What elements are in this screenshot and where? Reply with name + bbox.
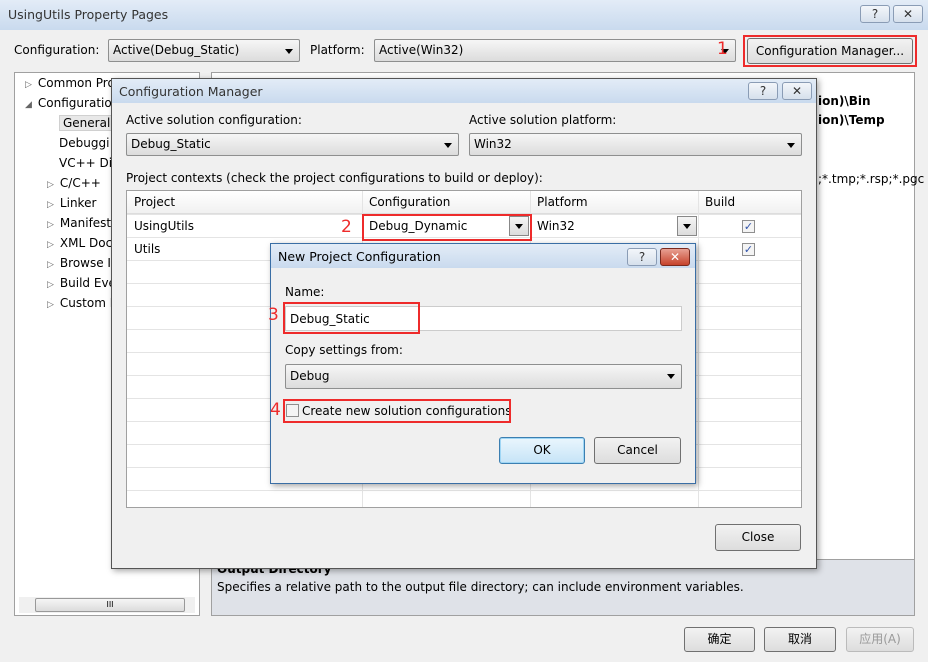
contexts-label: Project contexts (check the project conf… <box>126 171 543 185</box>
copy-settings-label: Copy settings from: <box>285 343 403 357</box>
npc-close-button[interactable]: ✕ <box>660 248 690 266</box>
tree-item-label: Debuggi <box>59 136 110 150</box>
col-platform: Platform <box>537 195 588 209</box>
annotation-box-3 <box>283 302 420 334</box>
npc-help-button[interactable]: ? <box>627 248 657 266</box>
cm-help-button[interactable]: ? <box>748 82 778 100</box>
active-platform-value: Win32 <box>474 137 512 151</box>
annotation-1: 1 <box>717 39 728 59</box>
tree-item[interactable]: ▷ Build Eve <box>47 276 116 290</box>
expand-icon[interactable]: ▷ <box>47 240 54 250</box>
close-button[interactable]: ✕ <box>893 5 923 23</box>
tree-item-label: Configuratio <box>37 96 112 110</box>
platform-label: Platform: <box>310 43 365 57</box>
active-config-label: Active solution configuration: <box>126 113 302 127</box>
row-platform-value: Win32 <box>537 219 575 233</box>
row-platform-select[interactable]: Win32 <box>532 215 698 237</box>
expand-icon[interactable]: ▷ <box>47 200 54 210</box>
configuration-value: Active(Debug_Static) <box>113 43 240 57</box>
tree-item[interactable]: ▷ Custom B <box>47 296 118 310</box>
expand-icon[interactable]: ▷ <box>47 300 54 310</box>
tree-item[interactable]: VC++ Di <box>59 156 112 170</box>
chevron-down-icon <box>787 143 795 148</box>
npc-cancel-button[interactable]: Cancel <box>594 437 681 464</box>
tree-item-label: Custom B <box>59 296 118 310</box>
grid-value-intermediate: ion)\Temp <box>818 113 885 127</box>
build-checkbox-usingutils[interactable]: ✓ <box>742 220 755 233</box>
tree-item[interactable]: ▷ XML Doc <box>47 236 112 250</box>
expand-icon[interactable]: ▷ <box>47 180 54 190</box>
row-project-usingutils: UsingUtils <box>134 219 194 233</box>
grid-value-extensions: ;*.tmp;*.rsp;*.pgc <box>818 172 925 186</box>
annotation-3: 3 <box>268 305 279 325</box>
annotation-4: 4 <box>270 400 281 420</box>
row-project-utils: Utils <box>134 242 161 256</box>
new-project-configuration-dialog: New Project Configuration ? ✕ Name: Copy… <box>270 243 696 484</box>
tree-item-label: Linker <box>59 196 97 210</box>
tree-item-label: C/C++ <box>59 176 101 190</box>
grid-header <box>127 191 801 214</box>
expand-icon[interactable]: ▷ <box>47 280 54 290</box>
tree-item[interactable]: ▷ Manifest <box>47 216 111 230</box>
configuration-label: Configuration: <box>14 43 100 57</box>
cm-title: Configuration Manager <box>119 84 263 99</box>
annotation-box-2 <box>362 214 532 241</box>
tree-item[interactable]: Debuggi <box>59 136 109 150</box>
npc-ok-button[interactable]: OK <box>499 437 585 464</box>
annotation-box-1 <box>743 35 917 67</box>
copy-settings-value: Debug <box>290 369 330 383</box>
row-platform-dropdown[interactable] <box>677 216 697 236</box>
scroll-thumb[interactable]: III <box>35 598 185 612</box>
tree-item-label: Browse I <box>59 256 111 270</box>
tree-item[interactable]: ▷ Browse I <box>47 256 111 270</box>
tree-item-label: VC++ Di <box>59 156 113 170</box>
platform-select[interactable]: Active(Win32) <box>374 39 736 62</box>
tree-item-label: XML Doc <box>59 236 113 250</box>
main-title: UsingUtils Property Pages <box>8 7 169 22</box>
active-platform-label: Active solution platform: <box>469 113 617 127</box>
tree-item-label: Build Eve <box>59 276 116 290</box>
copy-settings-select[interactable]: Debug <box>285 364 682 389</box>
tree-item-label: Manifest <box>59 216 112 230</box>
tree-item[interactable]: ▷ C/C++ <box>47 176 101 190</box>
collapse-icon[interactable]: ◢ <box>25 100 32 110</box>
npc-title: New Project Configuration <box>278 249 441 264</box>
description-text: Specifies a relative path to the output … <box>217 580 744 594</box>
active-platform-select[interactable]: Win32 <box>469 133 802 156</box>
expand-icon[interactable]: ▷ <box>47 220 54 230</box>
grid-value-output: ion)\Bin <box>818 94 871 108</box>
chevron-down-icon <box>667 374 675 379</box>
cm-close-button[interactable]: Close <box>715 524 801 551</box>
apply-button[interactable]: 应用(A) <box>846 627 914 652</box>
tree-item-label: General <box>59 115 115 131</box>
expand-icon[interactable]: ▷ <box>25 80 32 90</box>
col-build: Build <box>705 195 736 209</box>
help-button[interactable]: ? <box>860 5 890 23</box>
annotation-2: 2 <box>341 217 352 237</box>
cancel-button[interactable]: 取消 <box>764 627 836 652</box>
tree-item[interactable]: ▷ Linker <box>47 196 96 210</box>
chevron-down-icon <box>683 224 691 229</box>
horizontal-scrollbar[interactable]: III <box>19 597 195 613</box>
active-config-select[interactable]: Debug_Static <box>126 133 459 156</box>
tree-item[interactable]: ▷ Common Pro <box>25 76 115 90</box>
chevron-down-icon <box>444 143 452 148</box>
expand-icon[interactable]: ▷ <box>47 260 54 270</box>
chevron-down-icon <box>285 49 293 54</box>
tree-item[interactable]: ◢ Configuratio <box>25 96 112 110</box>
tree-item[interactable]: General <box>59 115 115 131</box>
annotation-box-4 <box>283 399 511 423</box>
name-label: Name: <box>285 285 325 299</box>
configuration-select[interactable]: Active(Debug_Static) <box>108 39 300 62</box>
cm-close-x-button[interactable]: ✕ <box>782 82 812 100</box>
col-configuration: Configuration <box>369 195 451 209</box>
build-checkbox-utils[interactable]: ✓ <box>742 243 755 256</box>
col-project: Project <box>134 195 176 209</box>
platform-value: Active(Win32) <box>379 43 464 57</box>
tree-item-label: Common Pro <box>37 76 115 90</box>
ok-button[interactable]: 确定 <box>684 627 755 652</box>
active-config-value: Debug_Static <box>131 137 211 151</box>
